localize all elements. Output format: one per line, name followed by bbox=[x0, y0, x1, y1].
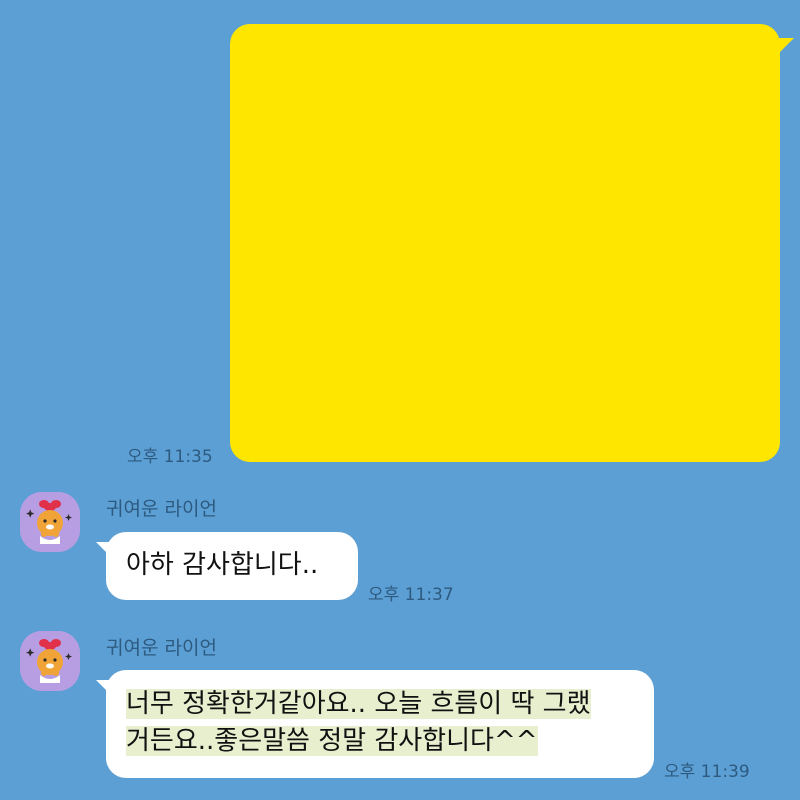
message-text-line: 거든요..좋은말씀 정말 감사합니다^^ bbox=[126, 723, 634, 760]
incoming-timestamp: 오후 11:37 bbox=[368, 585, 454, 605]
incoming-timestamp: 오후 11:39 bbox=[664, 762, 750, 782]
incoming-bubble[interactable]: 아하 감사합니다.. bbox=[96, 532, 358, 600]
message-text: 아하 감사합니다.. bbox=[126, 550, 319, 580]
avatar[interactable] bbox=[20, 631, 80, 691]
incoming-bubble-tail bbox=[96, 680, 110, 694]
sender-name: 귀여운 라이언 bbox=[106, 637, 217, 659]
incoming-bubble[interactable]: 너무 정확한거같아요.. 오늘 흐름이 딱 그랬 거든요..좋은말씀 정말 감사… bbox=[96, 670, 654, 778]
outgoing-bubble[interactable] bbox=[230, 24, 780, 462]
outgoing-message[interactable] bbox=[230, 24, 794, 462]
outgoing-timestamp: 오후 11:35 bbox=[127, 447, 213, 467]
ryan-character-icon bbox=[20, 492, 80, 552]
incoming-bubble-tail bbox=[96, 542, 110, 556]
avatar[interactable] bbox=[20, 492, 80, 552]
outgoing-bubble-tail bbox=[778, 38, 794, 54]
ryan-character-icon bbox=[20, 631, 80, 691]
highlighted-text: 거든요..좋은말씀 정말 감사합니다^^ bbox=[126, 726, 538, 756]
sender-name: 귀여운 라이언 bbox=[106, 498, 217, 520]
message-text-line: 너무 정확한거같아요.. 오늘 흐름이 딱 그랬 bbox=[126, 686, 634, 723]
highlighted-text: 너무 정확한거같아요.. 오늘 흐름이 딱 그랬 bbox=[126, 689, 591, 719]
